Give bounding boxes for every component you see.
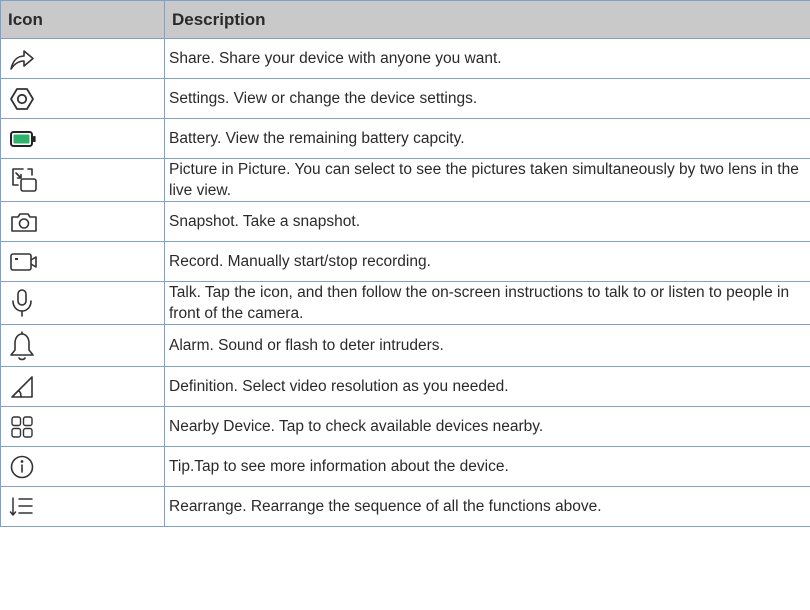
row-description: Picture in Picture. You can select to se…: [164, 158, 810, 202]
table-row: Battery. View the remaining battery capc…: [0, 118, 810, 159]
table-row: Picture in Picture. You can select to se…: [0, 158, 810, 202]
settings-icon: [10, 87, 34, 110]
bell-icon: [10, 330, 34, 360]
record-icon: [10, 252, 37, 271]
icon-table: Icon Description Share. Share your devic…: [0, 0, 810, 527]
share-icon: [10, 49, 34, 70]
row-description: Record. Manually start/stop recording.: [164, 241, 810, 282]
table-row: Rearrange. Rearrange the sequence of all…: [0, 486, 810, 527]
definition-icon: [11, 375, 33, 398]
row-description: Talk. Tap the icon, and then follow the …: [164, 281, 810, 325]
row-description: Share. Share your device with anyone you…: [164, 38, 810, 79]
grid-icon: [11, 415, 33, 438]
table-row: Nearby Device. Tap to check available de…: [0, 406, 810, 447]
row-description: Rearrange. Rearrange the sequence of all…: [164, 486, 810, 527]
row-description: Settings. View or change the device sett…: [164, 78, 810, 119]
row-description: Nearby Device. Tap to check available de…: [164, 406, 810, 447]
picture-in-picture-icon: [12, 168, 37, 192]
row-description: Definition. Select video resolution as y…: [164, 366, 810, 407]
table-row: Share. Share your device with anyone you…: [0, 38, 810, 79]
description-column-header: Description: [164, 0, 810, 39]
table-row: Settings. View or change the device sett…: [0, 78, 810, 119]
battery-icon: [10, 130, 36, 147]
table-row: Snapshot. Take a snapshot.: [0, 201, 810, 242]
icon-column-header: Icon: [0, 0, 165, 39]
table-row: Record. Manually start/stop recording.: [0, 241, 810, 282]
info-icon: [10, 455, 34, 478]
table-row: Talk. Tap the icon, and then follow the …: [0, 281, 810, 325]
rearrange-icon: [9, 496, 33, 516]
row-description: Battery. View the remaining battery capc…: [164, 118, 810, 159]
table-row: Definition. Select video resolution as y…: [0, 366, 810, 407]
table-row: Tip.Tap to see more information about th…: [0, 446, 810, 487]
microphone-icon: [12, 289, 32, 317]
table-header-row: Icon Description: [0, 0, 810, 39]
row-description: Alarm. Sound or flash to deter intruders…: [164, 324, 810, 367]
row-description: Tip.Tap to see more information about th…: [164, 446, 810, 487]
table-row: Alarm. Sound or flash to deter intruders…: [0, 324, 810, 367]
snapshot-icon: [11, 212, 37, 232]
row-description: Snapshot. Take a snapshot.: [164, 201, 810, 242]
